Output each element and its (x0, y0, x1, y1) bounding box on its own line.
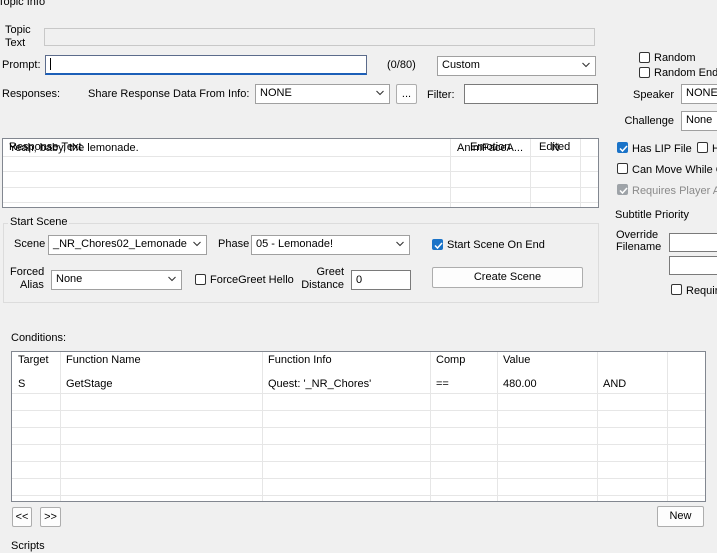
row-divider (12, 495, 705, 496)
has-lip-file-label: Has LIP File (632, 143, 692, 155)
prompt-counter: (0/80) (387, 59, 416, 71)
column-header-target[interactable]: Target (12, 352, 60, 370)
text-cursor (50, 58, 51, 71)
chevron-down-icon (582, 62, 590, 68)
row-divider (3, 171, 598, 172)
row-divider (12, 461, 705, 462)
share-response-browse-button[interactable]: ... (396, 84, 417, 104)
share-response-dropdown[interactable]: NONE (255, 84, 390, 104)
prompt-label: Prompt: (2, 59, 41, 71)
challenge-label: Challenge (624, 115, 674, 127)
forced-alias-label-line1: Forced (10, 266, 45, 278)
greet-distance-label-line2: Distance (301, 279, 344, 291)
can-move-while-checkbox[interactable] (617, 163, 628, 174)
chevron-down-icon (396, 241, 404, 247)
function-name-cell: GetStage (66, 378, 113, 390)
override-filename-input[interactable] (669, 233, 717, 252)
forced-alias-label-line2: Alias (20, 279, 44, 291)
start-scene-title: Start Scene (8, 216, 70, 229)
response-text-cell: Yeah, baby, the lemonade. (9, 142, 139, 154)
scene-dropdown[interactable]: _NR_Chores02_Lemonade (48, 235, 207, 255)
forced-alias-dropdown[interactable]: None (51, 270, 182, 290)
emotion-cell: AnimFaceA... (457, 142, 524, 154)
scene-value: _NR_Chores02_Lemonade (53, 238, 187, 250)
start-scene-on-end-label: Start Scene On End (447, 239, 545, 251)
can-move-while-label: Can Move While G (632, 164, 717, 176)
forcegreet-hello-label: ForceGreet Hello (210, 274, 294, 286)
row-divider (12, 410, 705, 411)
column-header-function-info[interactable]: Function Info (262, 352, 430, 370)
responses-label: Responses: (2, 88, 61, 100)
row-divider (3, 202, 598, 203)
override-filename-input-2[interactable] (669, 256, 717, 275)
checkmark-icon (619, 145, 628, 153)
phase-value: 05 - Lemonade! (256, 238, 334, 250)
value-cell: 480.00 (503, 378, 537, 390)
phase-dropdown[interactable]: 05 - Lemonade! (251, 235, 410, 255)
edited-cell: N (551, 142, 560, 154)
has-lip-file-checkbox[interactable] (617, 142, 628, 153)
random-checkbox[interactable] (639, 52, 650, 63)
comp-cell: == (436, 378, 449, 390)
speaker-dropdown[interactable]: NONE (681, 84, 717, 104)
forcegreet-hello-checkbox[interactable] (195, 274, 206, 285)
challenge-dropdown[interactable]: None (681, 111, 717, 131)
row-divider (12, 427, 705, 428)
h-label: H (712, 143, 717, 155)
column-divider (580, 139, 581, 207)
topic-text-label-line1: Topic (5, 24, 31, 36)
random-end-checkbox[interactable] (639, 67, 650, 78)
greet-distance-input[interactable]: 0 (351, 270, 411, 290)
chevron-down-icon (376, 90, 384, 96)
forced-alias-value: None (56, 273, 83, 285)
share-response-value: NONE (260, 87, 292, 99)
operator-cell: AND (603, 378, 627, 390)
chevron-down-icon (168, 276, 176, 282)
topic-text-label-line2: Text (5, 37, 26, 49)
create-scene-button[interactable]: Create Scene (432, 267, 583, 288)
override-filename-label-line2: Filename (616, 241, 662, 253)
conditions-label: Conditions: (11, 332, 67, 344)
speaker-label: Speaker (633, 89, 674, 101)
row-divider (12, 478, 705, 479)
scene-label: Scene (14, 238, 46, 250)
prompt-type-dropdown[interactable]: Custom (437, 56, 596, 76)
requir-label: Requir (686, 285, 717, 297)
next-condition-button[interactable]: >> (40, 507, 61, 527)
requir-checkbox[interactable] (671, 284, 682, 295)
column-header-comp[interactable]: Comp (430, 352, 497, 370)
topic-text-field[interactable] (44, 28, 595, 46)
row-divider (12, 444, 705, 445)
row-divider (3, 187, 598, 188)
phase-label: Phase (218, 238, 250, 250)
scripts-label: Scripts (11, 540, 45, 552)
function-info-cell: Quest: '_NR_Chores' (268, 378, 372, 390)
random-label: Random (654, 52, 696, 64)
checkmark-icon (619, 187, 628, 195)
random-end-label: Random End (654, 67, 717, 79)
prompt-input[interactable] (45, 55, 367, 75)
column-header-function-name[interactable]: Function Name (60, 352, 262, 370)
window-title: Topic Info (0, 0, 46, 8)
h-checkbox[interactable] (697, 142, 708, 153)
share-response-label: Share Response Data From Info: (88, 88, 250, 100)
responses-table[interactable]: Response Text Emotion Edited Yeah, baby,… (2, 138, 599, 208)
target-cell: S (18, 378, 26, 390)
greet-distance-label-line1: Greet (316, 266, 344, 278)
row-divider (12, 393, 705, 394)
prompt-type-value: Custom (442, 59, 480, 71)
filter-label: Filter: (427, 89, 455, 101)
new-condition-button[interactable]: New (657, 506, 704, 527)
chevron-down-icon (193, 241, 201, 247)
checkmark-icon (434, 242, 443, 250)
start-scene-on-end-checkbox[interactable] (432, 239, 443, 250)
subtitle-priority-label: Subtitle Priority (615, 209, 689, 221)
filter-input[interactable] (464, 84, 598, 104)
conditions-table[interactable]: Target Function Name Function Info Comp … (11, 351, 706, 502)
requires-player-checkbox[interactable] (617, 184, 628, 195)
column-header-value[interactable]: Value (497, 352, 597, 370)
previous-condition-button[interactable]: << (12, 507, 32, 527)
requires-player-label: Requires Player A (632, 185, 717, 197)
